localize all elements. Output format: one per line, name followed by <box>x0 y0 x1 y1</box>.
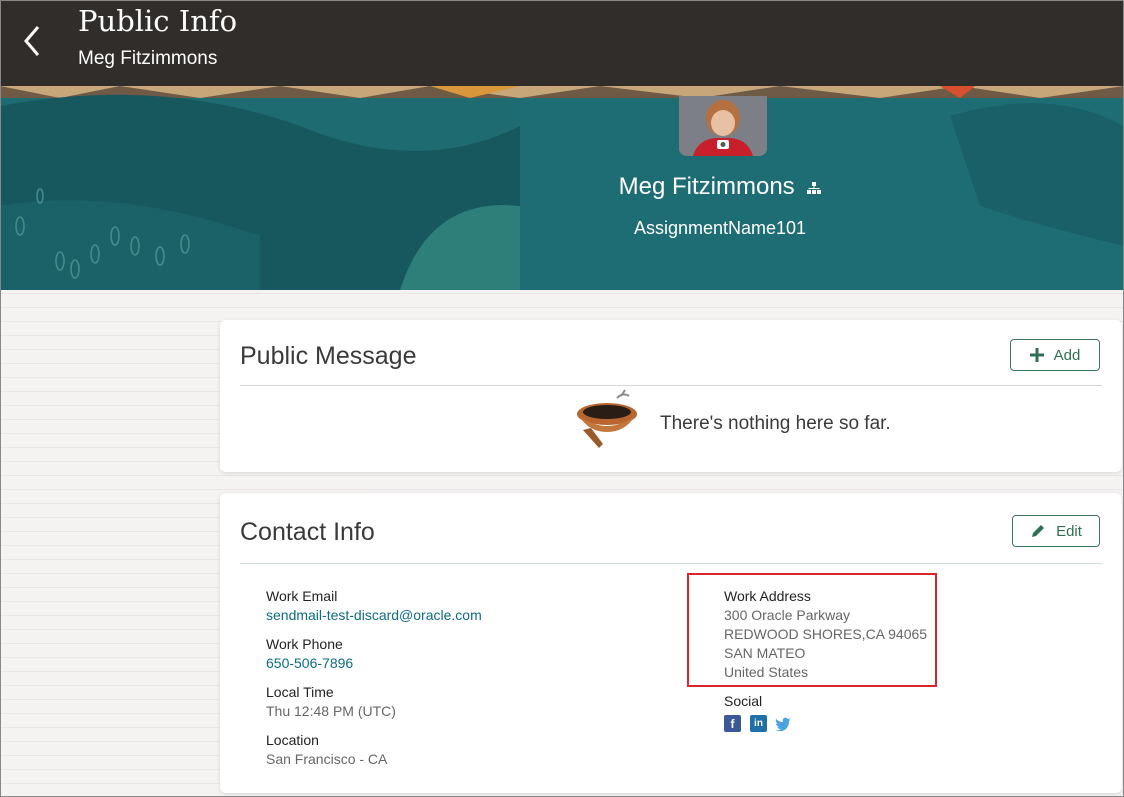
edit-button-label: Edit <box>1056 522 1082 540</box>
work-email-label: Work Email <box>266 588 338 604</box>
work-phone-label: Work Phone <box>266 636 343 652</box>
contact-info-divider <box>240 563 1102 564</box>
work-phone-link[interactable]: 650-506-7896 <box>266 655 353 671</box>
pencil-icon <box>1032 525 1045 537</box>
highlight-box <box>687 573 937 687</box>
chevron-left-icon <box>24 26 40 56</box>
facebook-icon[interactable]: f <box>724 715 741 732</box>
avatar-photo <box>679 96 767 156</box>
plus-icon <box>1029 348 1044 362</box>
empty-state-text: There's nothing here so far. <box>660 413 891 434</box>
location-value: San Francisco - CA <box>266 751 388 767</box>
edit-button[interactable]: Edit <box>1012 515 1100 547</box>
profile-avatar[interactable] <box>679 96 767 156</box>
linkedin-icon[interactable]: in <box>750 715 767 732</box>
page-subtitle: Meg Fitzimmons <box>78 48 218 69</box>
assignment-name: AssignmentName101 <box>633 218 807 238</box>
contact-info-card: Contact Info Edit Work Email sendmail-te… <box>220 493 1122 793</box>
add-button[interactable]: Add <box>1010 339 1100 371</box>
public-message-card: Public Message Add There's nothing here … <box>220 320 1122 472</box>
contact-info-title: Contact Info <box>240 518 375 546</box>
profile-name-text: Meg Fitzimmons <box>618 173 795 200</box>
work-email-link[interactable]: sendmail-test-discard@oracle.com <box>266 607 482 623</box>
public-message-divider <box>240 385 1102 386</box>
twitter-icon[interactable] <box>775 715 792 732</box>
page-header: Public Info Meg Fitzimmons <box>0 0 1124 86</box>
location-label: Location <box>266 732 319 748</box>
local-time-value: Thu 12:48 PM (UTC) <box>266 703 396 719</box>
page-title: Public Info <box>78 4 238 38</box>
org-chart-icon[interactable] <box>807 174 822 202</box>
public-message-title: Public Message <box>240 342 417 370</box>
add-button-label: Add <box>1053 346 1081 364</box>
empty-nest-icon <box>577 389 637 448</box>
local-time-label: Local Time <box>266 684 334 700</box>
back-button[interactable] <box>18 22 48 60</box>
social-label: Social <box>724 693 763 709</box>
profile-name: Meg Fitzimmons <box>560 173 880 202</box>
